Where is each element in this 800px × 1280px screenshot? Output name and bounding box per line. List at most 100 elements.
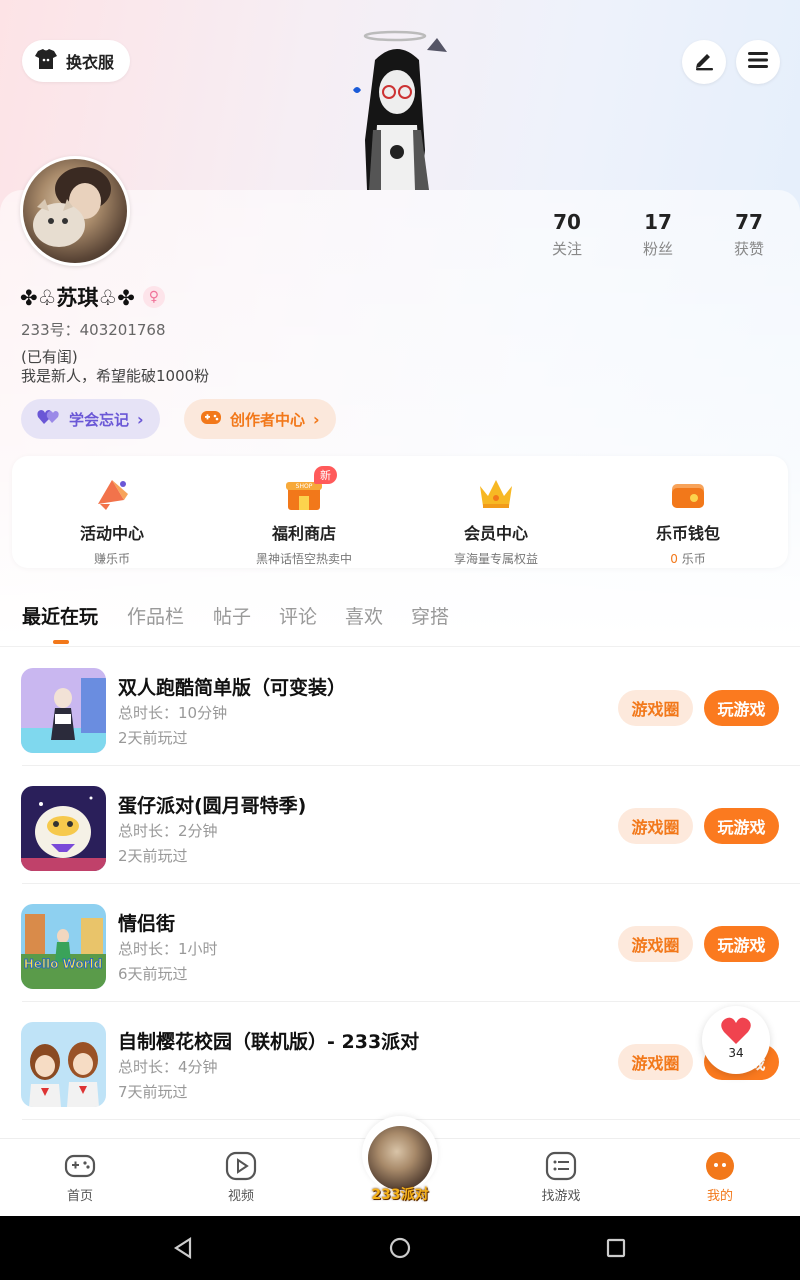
- nav-home[interactable]: 首页: [35, 1151, 125, 1204]
- game-title: 自制樱花校园（联机版）- 233派对: [118, 1031, 420, 1053]
- game-title: 双人跑酷简单版（可变装）: [118, 677, 347, 699]
- game-title: 情侣街: [118, 913, 176, 935]
- list-item[interactable]: 蛋仔派对(圆月哥特季) 总时长：2分钟 2天前玩过 游戏圈 玩游戏: [0, 766, 800, 884]
- game-last-played: 6天前玩过: [118, 965, 188, 983]
- game-last-played: 2天前玩过: [118, 729, 188, 747]
- game-circle-button[interactable]: 游戏圈: [618, 926, 693, 962]
- menu-button[interactable]: [736, 40, 780, 84]
- game-duration: 总时长：2分钟: [118, 822, 218, 840]
- character-avatar-image[interactable]: [345, 30, 455, 190]
- list-item[interactable]: Hello World 情侣街 总时长：1小时 6天前玩过 游戏圈 玩游戏: [0, 884, 800, 1002]
- bio-line-1: (已有闺): [21, 348, 78, 366]
- megaphone-icon: [92, 474, 132, 514]
- tab-recently-played[interactable]: 最近在玩: [22, 602, 98, 629]
- profile-tabs: 最近在玩 作品栏 帖子 评论 喜欢 穿搭: [0, 588, 800, 647]
- user-id[interactable]: 233号：403201768: [21, 319, 166, 340]
- nav-video-label: 视频: [227, 1189, 254, 1204]
- change-outfit-button[interactable]: 换衣服: [22, 40, 131, 82]
- tab-outfits[interactable]: 穿搭: [411, 602, 449, 629]
- hearts-icon: [37, 408, 61, 430]
- game-circle-button[interactable]: 游戏圈: [618, 808, 693, 844]
- game-last-played: 2天前玩过: [118, 847, 188, 865]
- back-icon[interactable]: [172, 1236, 196, 1264]
- activity-center-sub: 赚乐币: [93, 552, 130, 566]
- username-row: ✤♧苏琪♧✤ ♀: [20, 282, 165, 312]
- nav-home-label: 首页: [66, 1189, 93, 1204]
- coin-unit: 乐币: [677, 552, 706, 566]
- change-outfit-label: 换衣服: [66, 53, 115, 72]
- likes-stat[interactable]: 77 获赞: [709, 210, 789, 259]
- activity-center-item[interactable]: 活动中心 赚乐币: [15, 456, 209, 567]
- recents-icon[interactable]: [605, 1237, 627, 1263]
- vip-center-item[interactable]: 会员中心 享海量专属权益: [399, 456, 593, 567]
- list-icon: [545, 1151, 577, 1181]
- followers-stat[interactable]: 17 粉丝: [618, 210, 698, 259]
- nav-find-games[interactable]: 找游戏: [516, 1151, 606, 1204]
- following-count: 70: [553, 210, 581, 234]
- coin-balance: 0: [670, 552, 678, 566]
- game-thumbnail[interactable]: [21, 668, 106, 753]
- edit-profile-button[interactable]: [682, 40, 726, 84]
- party-avatar-button[interactable]: [368, 1126, 432, 1190]
- system-navigation-bar: [0, 1216, 800, 1280]
- welfare-shop-sub: 黑神话悟空热卖中: [255, 552, 352, 566]
- play-game-button[interactable]: 玩游戏: [704, 690, 779, 726]
- floating-like-button[interactable]: 34: [702, 1006, 770, 1074]
- chevron-right-icon: ›: [137, 409, 144, 429]
- play-icon: [225, 1151, 257, 1181]
- play-game-button[interactable]: 玩游戏: [704, 808, 779, 844]
- user-avatar[interactable]: [20, 156, 130, 266]
- nav-me-label: 我的: [706, 1189, 733, 1204]
- activity-center-title: 活动中心: [79, 524, 144, 543]
- user-bio: (已有闺) 我是新人，希望能破1000粉: [21, 348, 209, 386]
- smiley-icon: [704, 1151, 736, 1181]
- bio-line-2: 我是新人，希望能破1000粉: [21, 367, 210, 385]
- list-item[interactable]: 双人跑酷简单版（可变装） 总时长：10分钟 2天前玩过 游戏圈 玩游戏: [0, 648, 800, 766]
- wallet-icon: [668, 474, 708, 514]
- following-label: 关注: [551, 240, 582, 258]
- game-circle-button[interactable]: 游戏圈: [618, 1044, 693, 1080]
- creator-center-chip[interactable]: 创作者中心 ›: [184, 399, 336, 439]
- play-game-button[interactable]: 玩游戏: [704, 926, 779, 962]
- quick-actions-card: 活动中心 赚乐币 SHOP 新 福利商店 黑神话悟空热卖中 会员中心 享海量专属…: [12, 456, 788, 568]
- tab-comments[interactable]: 评论: [279, 602, 317, 629]
- like-count: 34: [728, 1046, 744, 1060]
- following-stat[interactable]: 70 关注: [527, 210, 607, 259]
- tab-likes[interactable]: 喜欢: [345, 602, 383, 629]
- nav-me[interactable]: 我的: [675, 1151, 765, 1204]
- friend-group-chip[interactable]: 学会忘记 ›: [21, 399, 160, 439]
- creator-center-label: 创作者中心: [230, 410, 306, 429]
- shop-icon: SHOP 新: [284, 466, 337, 514]
- party-label: 233派对: [371, 1187, 429, 1203]
- coin-wallet-item[interactable]: 乐币钱包 0 乐币: [591, 456, 785, 567]
- tab-posts[interactable]: 帖子: [213, 602, 251, 629]
- heart-icon: [702, 1006, 770, 1050]
- coin-wallet-title: 乐币钱包: [655, 524, 720, 543]
- welfare-shop-item[interactable]: SHOP 新 福利商店 黑神话悟空热卖中: [207, 456, 401, 567]
- game-title: 蛋仔派对(圆月哥特季): [118, 795, 307, 817]
- tab-works[interactable]: 作品栏: [127, 602, 184, 629]
- nav-video[interactable]: 视频: [196, 1151, 286, 1204]
- welfare-shop-title: 福利商店: [271, 524, 336, 543]
- home-icon[interactable]: [388, 1236, 412, 1264]
- game-duration: 总时长：10分钟: [118, 704, 228, 722]
- vip-center-title: 会员中心: [463, 524, 528, 543]
- crown-icon: [476, 474, 516, 514]
- username: ✤♧苏琪♧✤: [20, 286, 135, 310]
- gamepad-icon: [200, 408, 222, 430]
- active-tab-indicator: [53, 640, 69, 644]
- likes-label: 获赞: [733, 240, 764, 258]
- coin-wallet-sub: 0 乐币: [591, 550, 785, 567]
- game-thumbnail[interactable]: [21, 786, 106, 871]
- vip-center-sub: 享海量专属权益: [453, 552, 538, 566]
- list-item[interactable]: 自制樱花校园（联机版）- 233派对 总时长：4分钟 7天前玩过 游戏圈 玩游戏: [0, 1002, 800, 1120]
- game-thumbnail[interactable]: [21, 1022, 106, 1107]
- game-circle-button[interactable]: 游戏圈: [618, 690, 693, 726]
- nav-find-games-label: 找游戏: [541, 1189, 581, 1204]
- game-last-played: 7天前玩过: [118, 1083, 188, 1101]
- shop-icon-text: SHOP: [296, 483, 313, 490]
- friend-group-label: 学会忘记: [69, 410, 130, 429]
- thumbnail-text: Hello World: [24, 957, 103, 971]
- game-thumbnail[interactable]: Hello World: [21, 904, 106, 989]
- game-duration: 总时长：1小时: [118, 940, 218, 958]
